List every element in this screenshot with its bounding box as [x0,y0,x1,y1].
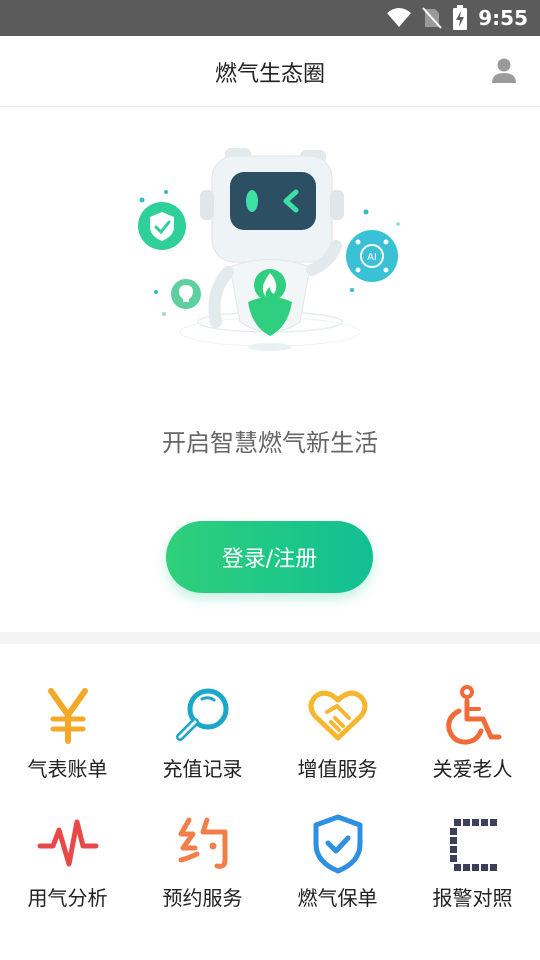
status-time: 9:55 [478,6,528,30]
service-meter-bill[interactable]: 气表账单 [0,644,135,782]
service-alarm-reference[interactable]: 报警对照 [405,782,540,920]
robot-illustration: AI [138,148,400,351]
service-insurance[interactable]: 燃气保单 [270,782,405,920]
shield-check-icon [313,814,362,874]
robot-ai-badge: AI [367,252,377,263]
service-label: 气表账单 [27,757,108,781]
magnifier-icon [175,688,228,741]
user-profile-button[interactable] [490,56,518,84]
service-label: 燃气保单 [297,886,378,910]
hero-section: AI 开启智慧燃气新生活 登录/注册 [0,107,540,632]
heart-handshake-icon [308,690,367,740]
service-recharge-record[interactable]: 充值记录 [135,644,270,782]
user-icon [492,58,516,83]
page-title: 燃气生态圈 [214,62,325,87]
slogan-text: 开启智慧燃气新生活 [162,429,378,457]
service-label: 增值服务 [297,757,378,781]
wifi-icon [387,8,412,27]
service-grid: 气表账单 充值记录 增值服务 关爱老人 用气分析 预约服务 燃气保单 报警对照 [0,644,540,960]
pulse-icon [37,819,98,867]
login-register-button[interactable]: 登录/注册 [166,521,373,593]
service-elderly-care[interactable]: 关爱老人 [405,644,540,782]
status-bar: 9:55 [0,0,540,36]
service-value-added[interactable]: 增值服务 [270,644,405,782]
service-label: 充值记录 [162,757,243,781]
yen-icon [47,687,88,744]
service-usage-analysis[interactable]: 用气分析 [0,782,135,920]
no-sim-icon [422,7,442,29]
title-bar: 燃气生态圈 [0,36,540,107]
service-label: 关爱老人 [432,757,513,781]
battery-icon [453,5,468,30]
service-appointment[interactable]: 预约服务 [135,782,270,920]
status-icons: 9:55 [386,0,528,36]
section-divider [0,632,540,644]
wheelchair-icon [445,684,501,745]
service-label: 用气分析 [27,886,108,910]
alarm-grid-icon [449,819,497,871]
appointment-icon [178,817,227,869]
service-label: 预约服务 [162,886,243,910]
service-label: 报警对照 [432,886,513,910]
